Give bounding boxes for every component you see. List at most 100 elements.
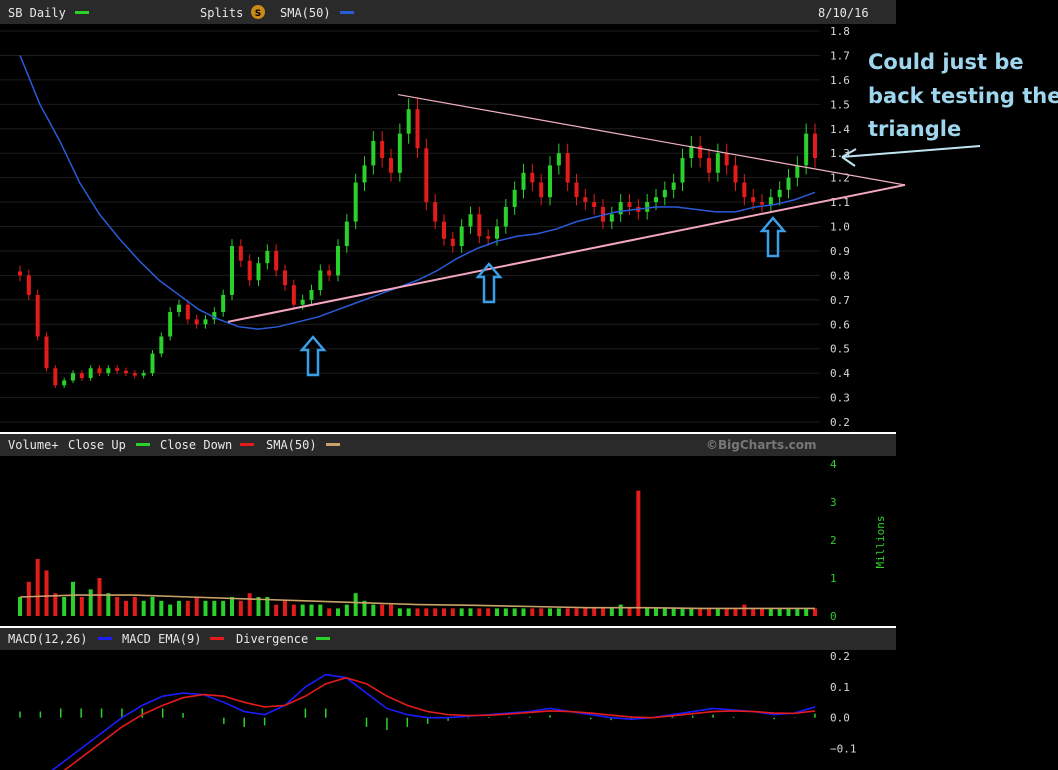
price-header-bar [0,0,896,24]
price-candle [556,153,561,166]
volume-bar [609,608,614,616]
annotation-line-2: back testing the [868,84,1058,108]
volume-bar [680,608,685,616]
price-candle [565,153,570,183]
macd-swatch [98,637,112,640]
price-candle [44,336,49,369]
volume-bar [79,597,84,616]
volume-bar [592,608,597,616]
price-candle [71,373,75,381]
volume-bar [583,608,588,616]
price-tick-label: 0.9 [830,245,850,258]
price-candle [124,370,128,374]
price-candle [79,373,84,379]
volume-bar [786,608,791,616]
volume-tick-label: 2 [830,534,837,547]
price-panel: SB Daily Splits S SMA(50) 8/10/16 1.8 1.7… [0,0,906,432]
volume-bar [247,593,252,616]
price-candle [715,153,720,173]
watermark: ©BigCharts.com [706,438,817,452]
price-candle [62,380,67,386]
volume-bar [300,604,305,616]
price-candle [132,373,137,376]
volume-bar [336,608,340,616]
volume-bar [777,608,782,616]
price-tick-label: 0.3 [830,392,850,405]
close-up-swatch [136,443,150,446]
price-candle [654,197,658,203]
price-candle [274,250,279,271]
volume-bar [177,600,181,616]
price-candle [256,263,261,281]
close-down-swatch [240,443,254,446]
price-tick-label: 1.7 [830,49,850,62]
volume-bar [88,589,93,616]
volume-bar [477,608,482,616]
volume-bar [530,608,535,616]
price-candle [680,158,685,183]
price-candle [468,214,473,227]
volume-bar [424,608,429,616]
price-candle [724,153,729,166]
price-candle [609,214,614,222]
divergence-label: Divergence [236,632,308,646]
price-candle [486,236,491,239]
price-candle [380,140,385,159]
price-candle [424,148,429,203]
price-tick-label: 1.6 [830,74,850,87]
volume-bar [495,608,499,616]
volume-bar [238,600,243,616]
price-candle [618,202,623,215]
chart-date: 8/10/16 [818,6,869,20]
volume-bar [18,597,22,616]
price-tick-label: 0.8 [830,269,850,282]
close-up-label: Close Up [68,438,126,452]
price-tick-label: 0.2 [830,416,850,429]
price-candle [433,202,438,222]
volume-bar [318,604,323,616]
price-candle [495,226,499,239]
price-candle [115,368,120,371]
price-candle [389,158,393,173]
price-tick-label: 0.4 [830,367,850,380]
volume-bar [150,597,155,616]
price-axis: 1.81.71.61.51.41.31.21.11.00.90.80.70.60… [830,25,850,429]
volume-bar [35,559,40,616]
price-candle [88,368,93,379]
volume-bar [159,600,164,616]
price-candle [707,158,711,173]
price-candle [300,299,305,305]
volume-bar [768,608,773,616]
macd-tick-label: 0.2 [830,650,850,663]
price-candle [344,221,349,247]
price-candle [477,214,482,237]
volume-bar [707,608,711,616]
price-candle [521,172,526,190]
volume-bar [212,600,217,616]
volume-bar [71,581,75,616]
price-candle [627,202,632,207]
splits-label: Splits [200,6,243,20]
volume-bar [521,608,526,616]
volume-bar [327,608,332,616]
price-candle [353,182,358,222]
price-candle [221,294,226,313]
volume-tick-label: 1 [830,572,837,585]
price-candle [35,294,40,337]
volume-label: Volume+ [8,438,59,452]
price-candle [318,270,323,291]
sma-label: SMA(50) [280,6,331,20]
price-candle [168,312,173,337]
symbol-label: SB Daily [8,6,66,20]
price-candle [813,133,817,159]
volume-bar [654,608,658,616]
volume-bar [795,608,800,616]
price-candle [548,165,552,198]
volume-bar [565,608,570,616]
volume-bar [433,608,438,616]
volume-bar [733,608,738,616]
price-candle [592,202,597,207]
volume-bar [689,608,694,616]
price-candle [662,189,667,198]
price-candle [283,270,287,286]
